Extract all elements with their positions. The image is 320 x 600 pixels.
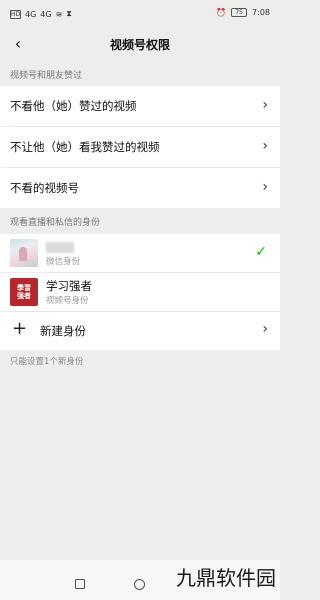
- section-header-identity: 观看直播和私信的身份: [10, 218, 101, 228]
- checkmark-icon: ✓: [255, 244, 267, 260]
- section-header-likes: 视频号和朋友赞过: [10, 71, 83, 81]
- blurred-name: [46, 242, 74, 253]
- chevron-right-icon: ›: [262, 97, 268, 113]
- new-identity-row[interactable]: + 新建身份 ›: [0, 312, 280, 350]
- plus-icon: +: [12, 318, 28, 339]
- channel-avatar: 學習 强者: [10, 278, 38, 306]
- watermark-text: 九鼎软件园: [176, 566, 276, 590]
- page-title: 视频号权限: [109, 38, 170, 52]
- identity-name: 学习强者: [46, 279, 92, 293]
- new-identity-label: 新建身份: [40, 324, 86, 338]
- hd-icon: HD: [10, 9, 21, 19]
- row-label: 不让他（她）看我赞过的视频: [10, 140, 160, 154]
- identity-subtitle: 微信身份: [46, 257, 81, 267]
- row-label: 不看的视频号: [10, 181, 79, 195]
- status-bar: HD 4G 4G ≋ ⧗ ⏰ 75 7:08: [0, 0, 280, 26]
- channel-avatar-text: 學習 强者: [17, 284, 31, 300]
- recent-apps-button[interactable]: [75, 579, 85, 589]
- alarm-icon: ⏰: [216, 8, 227, 17]
- signal-4g-icon-2: 4G: [40, 9, 52, 19]
- row-hidden-channels[interactable]: 不看的视频号 ›: [0, 168, 280, 208]
- home-button[interactable]: [134, 579, 145, 590]
- wifi-icon: ≋: [55, 9, 63, 19]
- avatar: [10, 239, 38, 267]
- status-right: ⏰ 75 7:08: [216, 8, 270, 17]
- signal-4g-icon: 4G: [25, 9, 37, 19]
- status-time: 7:08: [252, 8, 270, 17]
- nav-bar: ‹ 视频号权限: [0, 26, 280, 62]
- row-hide-their-liked[interactable]: 不看他（她）赞过的视频 ›: [0, 86, 280, 126]
- row-label: 不看他（她）赞过的视频: [10, 99, 137, 113]
- status-left-icons: HD 4G 4G ≋ ⧗: [10, 9, 72, 19]
- chevron-right-icon: ›: [262, 138, 268, 154]
- footer-note: 只能设置1个新身份: [10, 357, 84, 367]
- identity-row-channel[interactable]: 學習 强者 学习强者 视频号身份: [0, 273, 280, 311]
- hourglass-icon: ⧗: [66, 9, 72, 18]
- chevron-right-icon: ›: [262, 321, 268, 337]
- identity-subtitle: 视频号身份: [46, 296, 89, 306]
- identity-row-wechat[interactable]: 微信身份 ✓: [0, 234, 280, 272]
- row-hide-my-liked[interactable]: 不让他（她）看我赞过的视频 ›: [0, 127, 280, 167]
- battery-icon: 75: [231, 8, 248, 17]
- chevron-right-icon: ›: [262, 179, 268, 195]
